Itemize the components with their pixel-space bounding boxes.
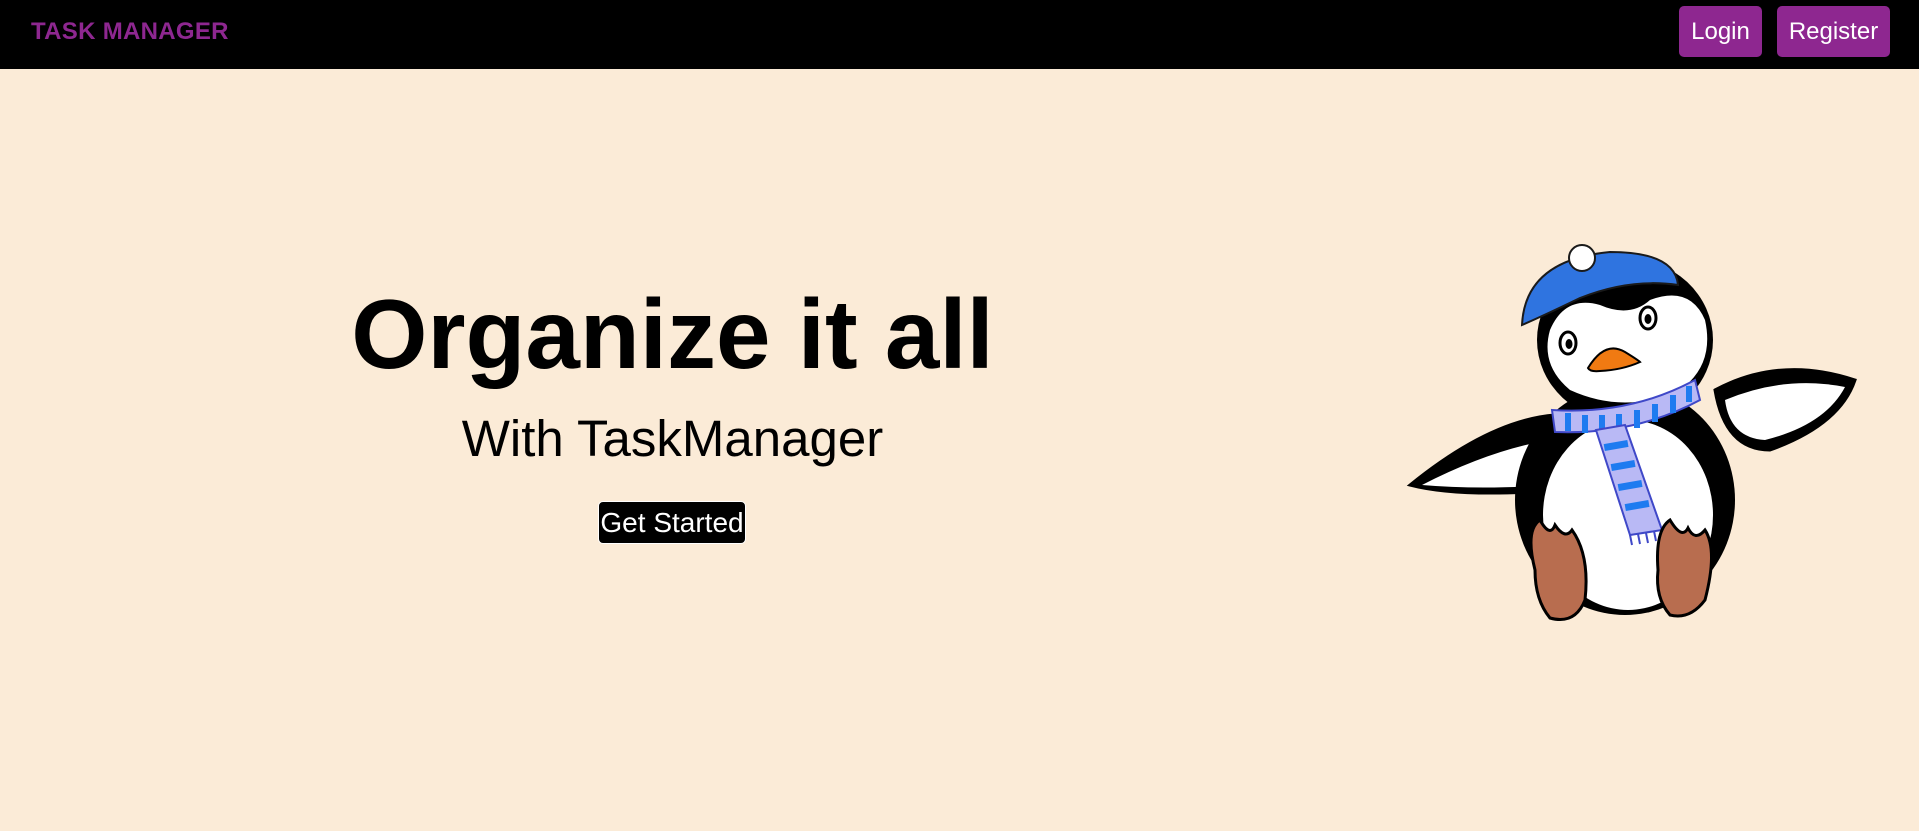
register-button[interactable]: Register [1777, 6, 1890, 57]
penguin-mascot-icon [1406, 244, 1857, 621]
get-started-button[interactable]: Get Started [598, 501, 746, 544]
login-button[interactable]: Login [1679, 6, 1762, 57]
top-navbar: TASK MANAGER Login Register [0, 0, 1919, 69]
hero-subtitle: With TaskManager [461, 410, 884, 467]
brand-logo-link[interactable]: TASK MANAGER [31, 18, 229, 46]
hero-title: Organize it all [351, 279, 994, 389]
hero-section: Organize it all With TaskManager Get Sta… [0, 69, 1345, 831]
